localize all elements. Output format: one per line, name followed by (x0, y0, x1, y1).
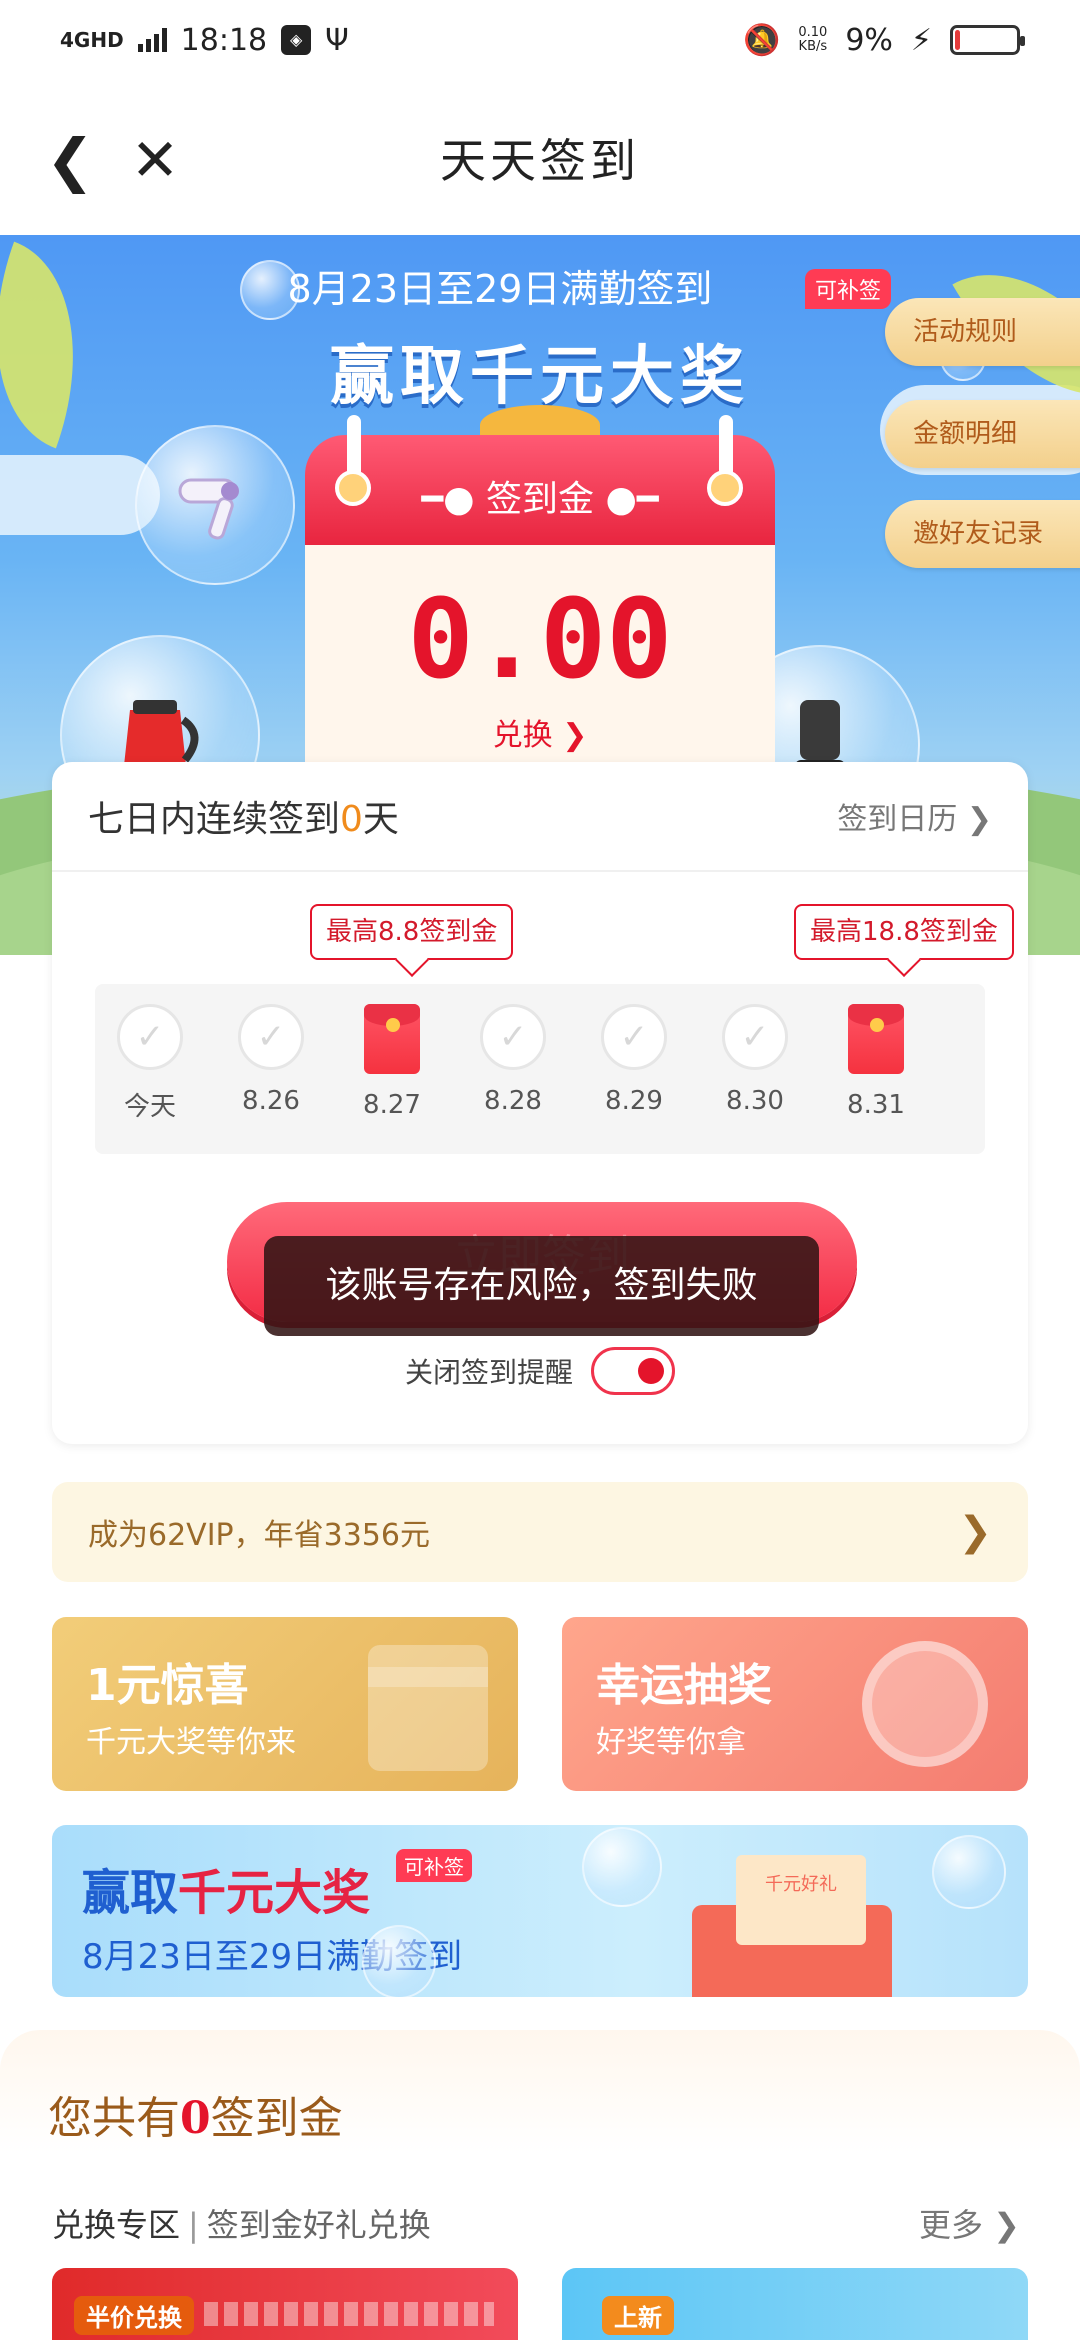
coin-strip-decoration (204, 2302, 494, 2326)
vip-bar[interactable]: 成为62VIP，年省3356元 ❯ (52, 1482, 1028, 1582)
hair-dryer-bubble (362, 1925, 436, 1997)
new-arrival-card[interactable]: 上新 (562, 2268, 1028, 2340)
nav-bar: ❮ ✕ 天天签到 (0, 80, 1080, 235)
invite-records-button[interactable]: 邀好友记录 (885, 500, 1080, 568)
sign-coin-amount: 0.00 (407, 575, 673, 703)
network-type: 4GHD (60, 28, 124, 52)
day-item: ✓ 8.26 (221, 1004, 321, 1116)
usb-icon: Ψ (325, 22, 349, 58)
check-circle-icon: ✓ (601, 1004, 667, 1070)
tile-title: 1元惊喜 (86, 1660, 249, 1711)
makeup-tag: 可补签 (805, 269, 892, 309)
vip-text: 成为62VIP，年省3356元 (88, 1518, 430, 1553)
gift-card: 千元好礼 (736, 1855, 866, 1945)
close-icon[interactable]: ✕ (125, 130, 185, 190)
promo-banner[interactable]: 赢取千元大奖 可补签 8月23日至29日满勤签到 千元好礼 (52, 1825, 1028, 1997)
status-bar: 4GHD 18:18 ◈ Ψ 🔕 0.10 KB/s 9% ⚡ (0, 0, 1080, 80)
day-label: 8.28 (484, 1086, 542, 1116)
red-packet-icon (364, 1004, 420, 1074)
gift-icon (368, 1645, 488, 1771)
check-circle-icon: ✓ (238, 1004, 304, 1070)
day-label: 8.27 (363, 1090, 421, 1120)
reminder-toggle[interactable] (591, 1347, 675, 1395)
signal-icon (137, 28, 167, 52)
lottery-tile[interactable]: 幸运抽奖 好奖等你拿 (562, 1617, 1028, 1791)
sign-in-card: 七日内连续签到0天 签到日历 ❯ 最高8.8签到金 最高18.8签到金 ✓ 今天 ✓… (52, 762, 1028, 1444)
day-item: ✓ 8.28 (463, 1004, 563, 1116)
day-label: 8.29 (605, 1086, 663, 1116)
amount-details-button[interactable]: 金额明细 (885, 400, 1080, 468)
promo-title: 赢取千元大奖 (82, 1865, 371, 1921)
day-item: ✓ 8.30 (705, 1004, 805, 1116)
rules-button[interactable]: 活动规则 (885, 298, 1080, 366)
coins-balance: 您共有0签到金 (48, 2093, 343, 2144)
day-label: 8.30 (726, 1086, 784, 1116)
tile-subtitle: 好奖等你拿 (596, 1725, 746, 1760)
surprise-tile[interactable]: 1元惊喜 千元大奖等你来 (52, 1617, 518, 1791)
day-label: 8.26 (242, 1086, 300, 1116)
day-item: ✓ 今天 (100, 1004, 200, 1123)
day-strip: ✓ 今天 ✓ 8.26 8.27 ✓ 8.28 ✓ 8.29 ✓ 8.30 8.31 (95, 984, 985, 1154)
app-notification-icon: ◈ (281, 25, 312, 55)
sign-coin-label: ━● 签到金 ●━ (421, 479, 659, 520)
tile-subtitle: 千元大奖等你来 (86, 1725, 296, 1760)
prize-wheel-icon (862, 1641, 988, 1767)
hair-dryer-bubble (135, 425, 295, 585)
chevron-right-icon: ❯ (958, 1509, 992, 1555)
tile-title: 幸运抽奖 (596, 1660, 772, 1711)
network-speed: 0.10 KB/s (798, 25, 828, 54)
exchange-zone-header: 兑换专区 | 签到金好礼兑换 (52, 2206, 431, 2244)
battery-icon (950, 25, 1025, 55)
day-item: ✓ 8.29 (584, 1004, 684, 1116)
error-toast: 该账号存在风险，签到失败 (264, 1236, 819, 1336)
day-item: 8.31 (826, 1004, 926, 1120)
back-icon[interactable]: ❮ (40, 130, 100, 190)
hair-dryer-icon (178, 478, 239, 540)
check-circle-icon: ✓ (117, 1004, 183, 1070)
charging-icon: ⚡ (910, 22, 932, 58)
makeup-tag: 可补签 (396, 1849, 472, 1882)
blender-bubble (582, 1827, 662, 1907)
more-link[interactable]: 更多 ❯ (919, 2200, 1020, 2246)
exchange-link[interactable]: 兑换 ❯ (305, 710, 775, 754)
streak-count: 0 (340, 799, 363, 840)
day-label: 今天 (123, 1092, 176, 1122)
reminder-row: 关闭签到提醒 (52, 1347, 1028, 1395)
reward-tip: 最高8.8签到金 (310, 904, 514, 960)
card-badge: 半价兑换 (74, 2296, 194, 2335)
day-item: 8.27 (342, 1004, 442, 1120)
kettle-bubble (932, 1835, 1006, 1909)
battery-percent: 9% (845, 22, 893, 58)
clock: 18:18 (180, 22, 268, 58)
sign-calendar-link[interactable]: 签到日历 ❯ (837, 794, 992, 838)
mute-icon: 🔕 (743, 22, 781, 58)
card-header: 七日内连续签到0天 签到日历 ❯ (52, 762, 1028, 872)
check-circle-icon: ✓ (722, 1004, 788, 1070)
reminder-label: 关闭签到提醒 (404, 1356, 573, 1389)
streak-title: 七日内连续签到0天 (88, 799, 399, 840)
red-packet-icon (848, 1004, 904, 1074)
day-label: 8.31 (847, 1090, 905, 1120)
half-price-card[interactable]: 半价兑换 (52, 2268, 518, 2340)
check-circle-icon: ✓ (480, 1004, 546, 1070)
card-badge: 上新 (602, 2296, 674, 2335)
reward-tip: 最高18.8签到金 (794, 904, 1014, 960)
